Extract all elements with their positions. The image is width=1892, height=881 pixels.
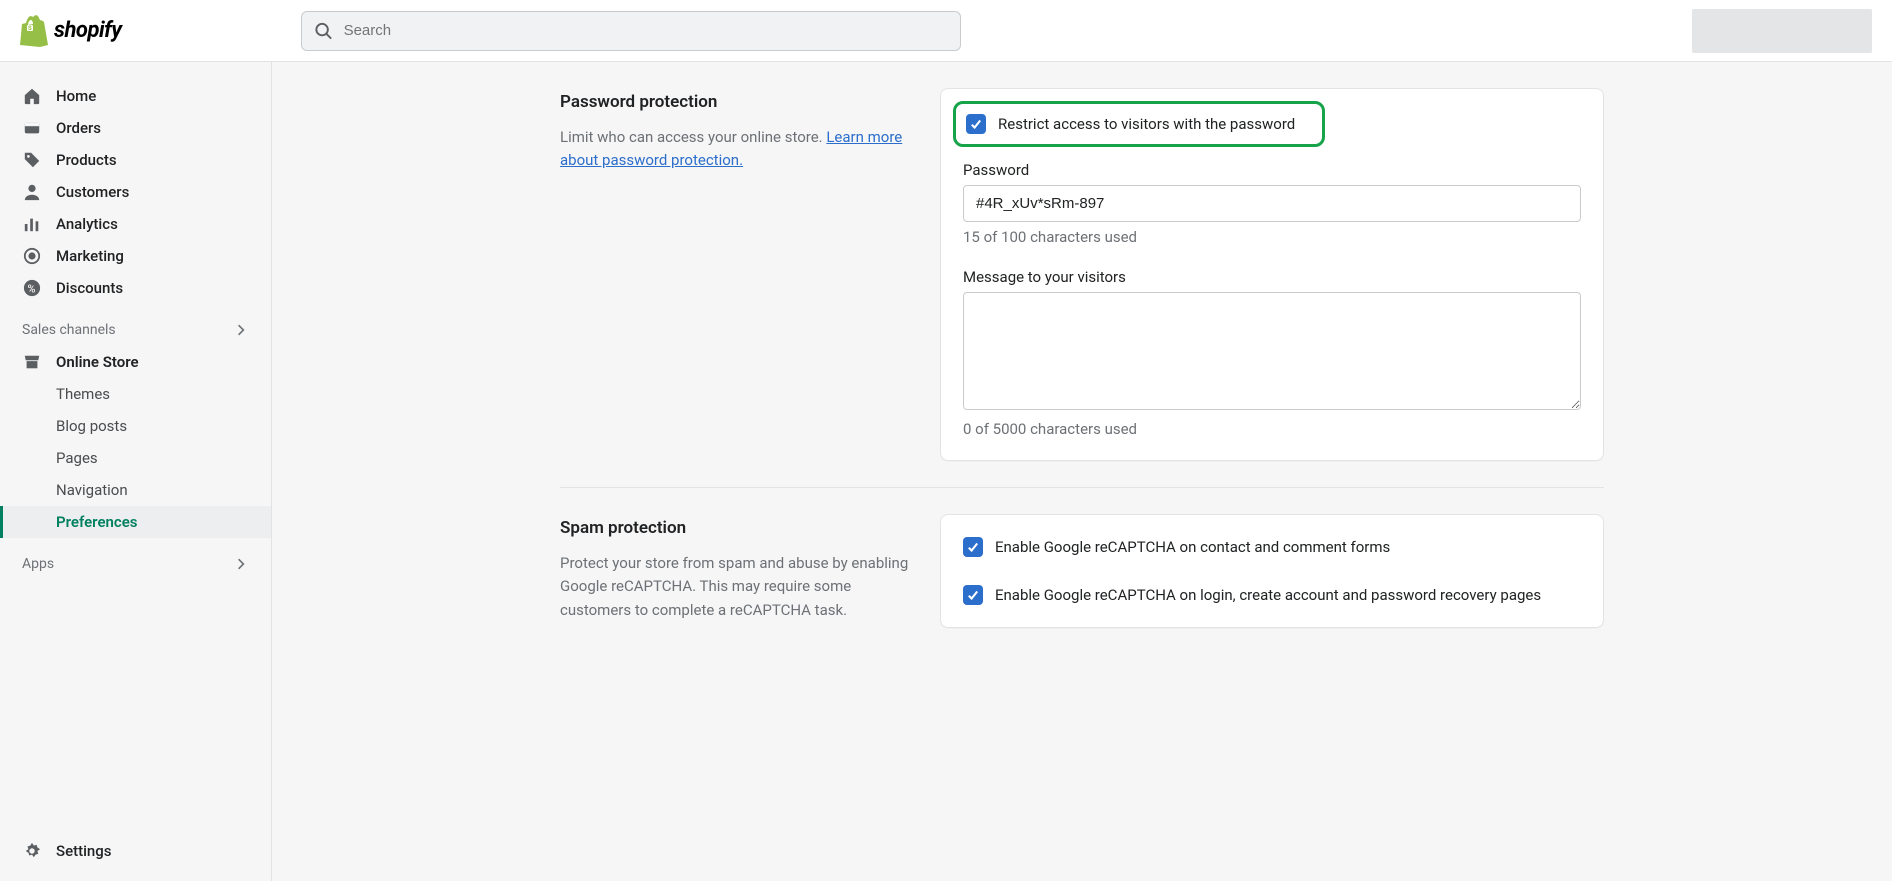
nav-online-store[interactable]: Online Store — [0, 346, 271, 378]
nav-marketing[interactable]: Marketing — [0, 240, 271, 272]
password-protection-section: Password protection Limit who can access… — [560, 88, 1604, 488]
recaptcha-login-checkbox[interactable] — [963, 585, 983, 605]
home-icon — [22, 87, 42, 105]
shopify-bag-icon: S — [20, 15, 48, 47]
svg-text:S: S — [28, 25, 32, 32]
nav-customers[interactable]: Customers — [0, 176, 271, 208]
password-counter: 15 of 100 characters used — [963, 228, 1581, 246]
sales-channels-heading: Sales channels — [0, 304, 271, 346]
store-icon — [22, 353, 42, 371]
chevron-right-icon — [233, 556, 249, 572]
message-counter: 0 of 5000 characters used — [963, 420, 1581, 438]
spam-card: Enable Google reCAPTCHA on contact and c… — [940, 514, 1604, 628]
password-input[interactable] — [963, 185, 1581, 222]
nav-navigation[interactable]: Navigation — [0, 474, 271, 506]
recaptcha-contact-checkbox[interactable] — [963, 537, 983, 557]
nav-label: Marketing — [56, 247, 124, 265]
percent-icon: % — [22, 279, 42, 297]
checkbox-label: Restrict access to visitors with the pas… — [998, 115, 1295, 133]
sidebar: Home Orders Products Customers Analytics… — [0, 62, 272, 881]
restrict-access-checkbox[interactable] — [966, 114, 986, 134]
nav-settings[interactable]: Settings — [0, 835, 271, 867]
topbar: S shopify — [0, 0, 1892, 62]
nav-products[interactable]: Products — [0, 144, 271, 176]
check-icon — [969, 117, 983, 131]
search-input[interactable] — [344, 22, 949, 39]
message-label: Message to your visitors — [963, 268, 1581, 286]
search-box[interactable] — [301, 11, 961, 51]
chevron-right-icon[interactable] — [233, 322, 249, 338]
bars-icon — [22, 215, 42, 233]
nav-label: Customers — [56, 183, 129, 201]
apps-heading[interactable]: Apps — [0, 538, 271, 580]
gear-icon — [22, 842, 42, 860]
svg-text:%: % — [28, 283, 36, 296]
password-card: Restrict access to visitors with the pas… — [940, 88, 1604, 461]
nav-label: Home — [56, 87, 96, 105]
nav-discounts[interactable]: % Discounts — [0, 272, 271, 304]
checkbox-label: Enable Google reCAPTCHA on contact and c… — [995, 538, 1390, 556]
nav-orders[interactable]: Orders — [0, 112, 271, 144]
checkbox-label: Enable Google reCAPTCHA on login, create… — [995, 586, 1541, 604]
main-content: Password protection Limit who can access… — [272, 0, 1892, 881]
password-label: Password — [963, 161, 1581, 179]
shopify-logo[interactable]: S shopify — [20, 15, 121, 47]
topbar-profile-placeholder[interactable] — [1692, 9, 1872, 53]
check-icon — [966, 540, 980, 554]
check-icon — [966, 588, 980, 602]
restrict-access-row: Restrict access to visitors with the pas… — [953, 101, 1325, 147]
nav-label: Discounts — [56, 279, 123, 297]
section-description: Limit who can access your online store. … — [560, 126, 920, 173]
spam-protection-section: Spam protection Protect your store from … — [560, 514, 1604, 654]
nav-themes[interactable]: Themes — [0, 378, 271, 410]
recaptcha-contact-row: Enable Google reCAPTCHA on contact and c… — [963, 537, 1581, 557]
nav-preferences[interactable]: Preferences — [0, 506, 271, 538]
section-title: Spam protection — [560, 518, 920, 538]
brand-name: shopify — [54, 18, 121, 43]
nav-label: Online Store — [56, 353, 139, 371]
nav-blog-posts[interactable]: Blog posts — [0, 410, 271, 442]
tag-icon — [22, 151, 42, 169]
nav-label: Products — [56, 151, 117, 169]
nav-label: Analytics — [56, 215, 118, 233]
recaptcha-login-row: Enable Google reCAPTCHA on login, create… — [963, 585, 1581, 605]
target-icon — [22, 247, 42, 265]
nav-home[interactable]: Home — [0, 80, 271, 112]
visitor-message-textarea[interactable] — [963, 292, 1581, 410]
person-icon — [22, 183, 42, 201]
orders-icon — [22, 119, 42, 137]
nav-analytics[interactable]: Analytics — [0, 208, 271, 240]
nav-label: Settings — [56, 842, 112, 860]
section-title: Password protection — [560, 92, 920, 112]
section-description: Protect your store from spam and abuse b… — [560, 552, 920, 622]
nav-label: Orders — [56, 119, 101, 137]
nav-pages[interactable]: Pages — [0, 442, 271, 474]
search-icon — [314, 21, 333, 41]
